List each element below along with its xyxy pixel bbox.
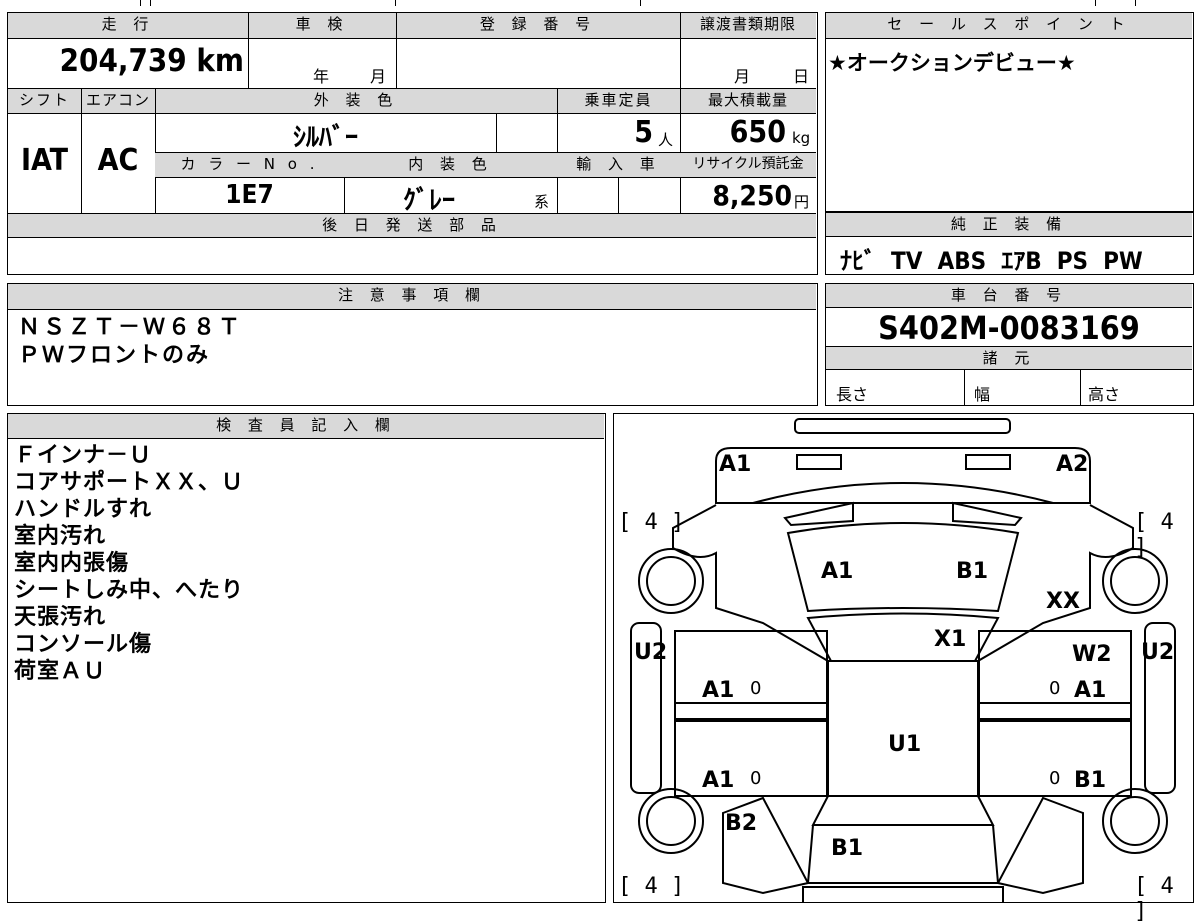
mark-door-front-right: A1 xyxy=(1074,678,1107,703)
notes-panel: 注 意 事 項 欄 ＮＳＺＴ－Ｗ６８Ｔ ＰＷフロントのみ xyxy=(7,283,818,406)
genuine-equipment-text: ﾅﾋﾞ TV ABS ｴｱB PS PW xyxy=(840,247,1143,275)
capacity-unit: 人 xyxy=(658,131,674,149)
interior-value: ｸﾞﾚｰ xyxy=(402,186,455,216)
chassis-panel: 車 台 番 号 S402M-0083169 諸 元 長さ 幅 高さ xyxy=(825,283,1194,406)
capacity-header: 乗車定員 xyxy=(557,89,680,114)
spec-height-label: 高さ xyxy=(1088,385,1121,404)
mileage-value: 204,739 km xyxy=(59,43,244,79)
mark-door-rear-right: B1 xyxy=(1074,768,1107,793)
transfer-header: 譲渡書類期限 xyxy=(680,13,816,39)
specs-header: 諸 元 xyxy=(826,347,1192,370)
mark-zero: 0 xyxy=(750,768,762,789)
spec-width-label: 幅 xyxy=(974,385,991,404)
later-parts-header: 後 日 発 送 部 品 xyxy=(8,214,816,238)
inspector-line: ハンドルすれ xyxy=(14,497,153,522)
chassis-number: S402M-0083169 xyxy=(878,309,1140,347)
ac-value: AC xyxy=(97,143,139,178)
vehicle-diagram-panel: [ 4 ] [ 4 ] [ 4 ] [ 4 ] A1 A2 A1 B1 XX X… xyxy=(613,413,1194,924)
color-no-value: 1E7 xyxy=(225,180,274,210)
mark-sill-left: U2 xyxy=(634,640,668,665)
sales-point-panel: セ ー ル ス ポ イ ン ト ★オークションデビュー★ xyxy=(825,12,1194,212)
inspector-line: 荷室ＡＵ xyxy=(14,659,107,684)
mark-rear: B1 xyxy=(831,836,864,861)
mark-front-left: A1 xyxy=(719,452,752,477)
sales-point-header: セ ー ル ス ポ イ ン ト xyxy=(826,13,1192,39)
inspector-line: コンソール傷 xyxy=(14,632,153,657)
inspector-line: Ｆインナ－Ｕ xyxy=(14,443,153,468)
registration-header: 登 録 番 号 xyxy=(396,13,680,39)
chassis-header: 車 台 番 号 xyxy=(826,284,1192,308)
mark-zero: 0 xyxy=(750,678,762,699)
notes-line-2: ＰＷフロントのみ xyxy=(18,343,211,368)
transfer-day: 日 xyxy=(793,67,810,86)
tire-label-front-right: [ 4 ] xyxy=(1134,510,1174,560)
mark-front-right: A2 xyxy=(1056,452,1089,477)
mark-w2: W2 xyxy=(1072,642,1112,667)
sales-point-text: ★オークションデビュー★ xyxy=(828,51,1076,75)
mark-zero: 0 xyxy=(1049,678,1061,699)
mark-hood-right: B1 xyxy=(956,559,989,584)
genuine-equipment-panel: 純 正 装 備 ﾅﾋﾞ TV ABS ｴｱB PS PW xyxy=(825,212,1194,275)
recycle-header: リサイクル預託金 xyxy=(680,153,816,178)
inspection-month: 月 xyxy=(370,67,387,86)
exterior-header: 外 装 色 xyxy=(155,89,557,114)
tire-label-front-left: [ 4 ] xyxy=(618,510,685,535)
mark-door-rear-left: A1 xyxy=(702,768,735,793)
inspection-header: 車 検 xyxy=(248,13,396,39)
mark-xx: XX xyxy=(1046,589,1080,614)
mark-roof: U1 xyxy=(888,732,922,757)
mark-zero: 0 xyxy=(1049,768,1061,789)
mileage-header: 走 行 xyxy=(8,13,248,39)
interior-header: 内 装 色 xyxy=(344,153,557,178)
inspector-line: コアサポートＸＸ、Ｕ xyxy=(14,470,245,495)
tire-label-rear-right: [ 4 ] xyxy=(1134,874,1174,924)
load-value: 650 xyxy=(729,115,786,150)
inspection-year: 年 xyxy=(313,67,330,86)
import-header: 輸 入 車 xyxy=(557,153,680,178)
color-no-header: カ ラ ー N o . xyxy=(155,153,344,178)
mark-sill-right: U2 xyxy=(1141,640,1175,665)
recycle-value: 8,250 xyxy=(712,179,792,212)
shift-header: シフト xyxy=(8,89,81,114)
load-header: 最大積載量 xyxy=(680,89,816,114)
main-table: 走 行 車 検 登 録 番 号 譲渡書類期限 204,739 km 年 月 月 … xyxy=(7,12,818,275)
inspector-panel: 検 査 員 記 入 欄 Ｆインナ－Ｕ コアサポートＸＸ、Ｕ ハンドルすれ 室内汚… xyxy=(7,413,606,903)
notes-header: 注 意 事 項 欄 xyxy=(8,284,816,310)
inspector-line: シートしみ中、へたり xyxy=(14,578,245,603)
inspector-line: 天張汚れ xyxy=(14,605,107,630)
inspector-line: 室内内張傷 xyxy=(14,551,130,576)
mark-windshield: X1 xyxy=(934,627,967,652)
genuine-equipment-header: 純 正 装 備 xyxy=(826,213,1192,237)
tire-label-rear-left: [ 4 ] xyxy=(618,874,685,899)
exterior-value: ｼﾙﾊﾞｰ xyxy=(292,123,358,153)
inspector-notes: Ｆインナ－Ｕ コアサポートＸＸ、Ｕ ハンドルすれ 室内汚れ 室内内張傷 シートし… xyxy=(14,442,244,685)
load-unit: kg xyxy=(792,129,811,147)
top-strip xyxy=(0,0,1200,6)
mark-rear-quarter-left: B2 xyxy=(725,811,758,836)
spec-length-label: 長さ xyxy=(836,385,869,404)
ac-header: エアコン xyxy=(81,89,155,114)
interior-suffix: 系 xyxy=(534,193,550,211)
capacity-value: 5 xyxy=(634,115,653,150)
shift-value: IAT xyxy=(20,143,68,178)
mark-hood-left: A1 xyxy=(821,559,854,584)
mark-door-front-left: A1 xyxy=(702,678,735,703)
recycle-unit: 円 xyxy=(794,193,810,211)
inspector-header: 検 査 員 記 入 欄 xyxy=(8,414,604,439)
transfer-month: 月 xyxy=(734,67,751,86)
notes-line-1: ＮＳＺＴ－Ｗ６８Ｔ xyxy=(18,315,244,340)
inspector-line: 室内汚れ xyxy=(14,524,107,549)
